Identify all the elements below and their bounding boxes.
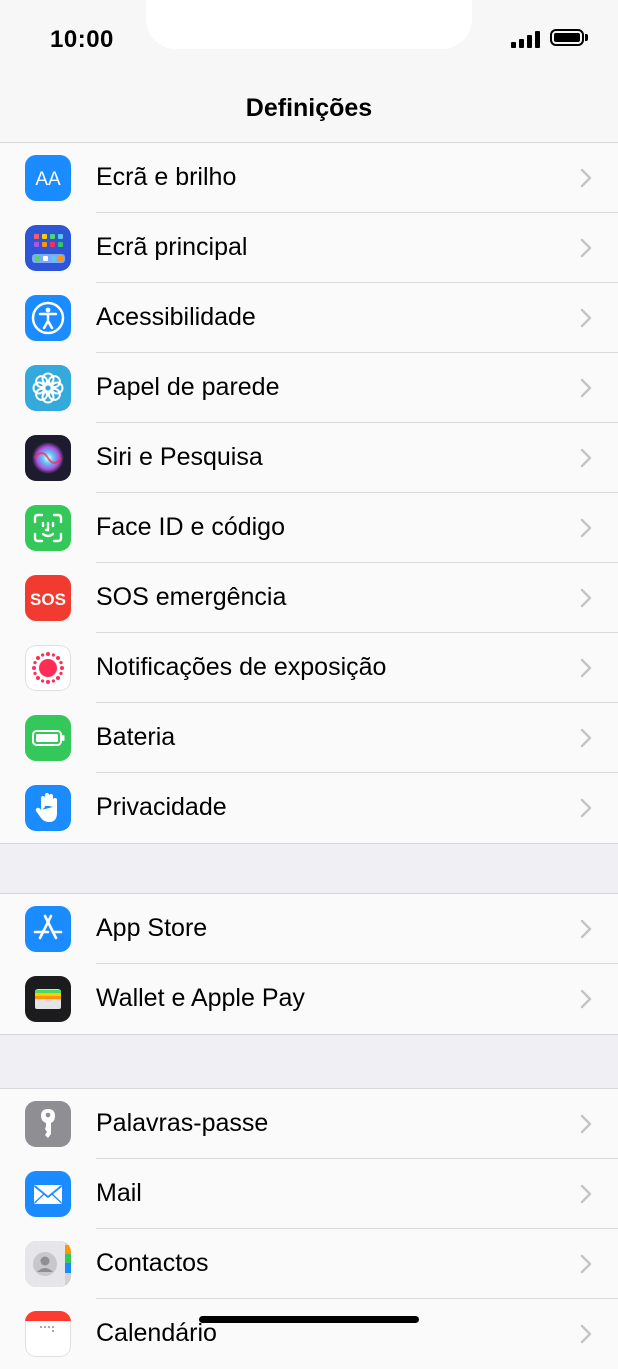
cellular-signal-icon bbox=[511, 30, 541, 48]
settings-row-app-store[interactable]: App Store bbox=[0, 894, 618, 964]
chevron-right-icon bbox=[580, 448, 592, 468]
display-brightness-icon: AA bbox=[25, 155, 71, 201]
settings-row-calendar[interactable]: Calendário bbox=[0, 1299, 618, 1369]
notch bbox=[146, 0, 472, 49]
face-id-icon bbox=[25, 505, 71, 551]
row-label: Privacidade bbox=[96, 793, 227, 821]
siri-icon bbox=[25, 435, 71, 481]
row-label: Calendário bbox=[96, 1319, 217, 1347]
status-time: 10:00 bbox=[50, 26, 114, 53]
row-label: Bateria bbox=[96, 723, 176, 751]
row-label: Mail bbox=[96, 1179, 142, 1207]
accessibility-icon bbox=[25, 295, 71, 341]
row-label: Acessibilidade bbox=[96, 303, 256, 331]
mail-icon bbox=[25, 1171, 71, 1217]
app-store-icon bbox=[25, 906, 71, 952]
status-bar: 10:00 bbox=[0, 0, 618, 80]
settings-row-emergency-sos[interactable]: SOS SOS emergência bbox=[0, 563, 618, 633]
settings-group-display: AA Ecrã e brilho Ecrã principal Acessibi bbox=[0, 142, 618, 844]
settings-row-home-screen[interactable]: Ecrã principal bbox=[0, 213, 618, 283]
home-screen-icon bbox=[25, 225, 71, 271]
chevron-right-icon bbox=[580, 168, 592, 188]
row-label: Ecrã principal bbox=[96, 233, 248, 261]
chevron-right-icon bbox=[580, 518, 592, 538]
home-indicator[interactable] bbox=[199, 1316, 419, 1323]
chevron-right-icon bbox=[580, 989, 592, 1009]
battery-status-icon bbox=[550, 29, 584, 46]
row-label: Ecrã e brilho bbox=[96, 163, 237, 191]
settings-row-accessibility[interactable]: Acessibilidade bbox=[0, 283, 618, 353]
svg-text:AA: AA bbox=[35, 169, 61, 190]
settings-row-display-brightness[interactable]: AA Ecrã e brilho bbox=[0, 143, 618, 213]
wallpaper-flower-icon bbox=[25, 365, 71, 411]
row-label: Papel de parede bbox=[96, 373, 280, 401]
chevron-right-icon bbox=[580, 308, 592, 328]
row-label: Face ID e código bbox=[96, 513, 285, 541]
chevron-right-icon bbox=[580, 728, 592, 748]
page-title: Definições bbox=[245, 94, 373, 122]
chevron-right-icon bbox=[580, 919, 592, 939]
settings-row-privacy[interactable]: Privacidade bbox=[0, 773, 618, 843]
battery-cap bbox=[585, 34, 588, 41]
row-label: SOS emergência bbox=[96, 583, 287, 611]
chevron-right-icon bbox=[580, 1184, 592, 1204]
calendar-icon bbox=[25, 1311, 71, 1357]
chevron-right-icon bbox=[580, 238, 592, 258]
row-label: Contactos bbox=[96, 1249, 209, 1277]
row-label: Siri e Pesquisa bbox=[96, 443, 263, 471]
settings-row-face-id[interactable]: Face ID e código bbox=[0, 493, 618, 563]
exposure-notifications-icon bbox=[25, 645, 71, 691]
chevron-right-icon bbox=[580, 658, 592, 678]
privacy-hand-icon bbox=[25, 785, 71, 831]
row-label: Notificações de exposição bbox=[96, 653, 387, 681]
chevron-right-icon bbox=[580, 1114, 592, 1134]
settings-row-wallpaper[interactable]: Papel de parede bbox=[0, 353, 618, 423]
chevron-right-icon bbox=[580, 798, 592, 818]
chevron-right-icon bbox=[580, 1254, 592, 1274]
svg-text:SOS: SOS bbox=[30, 590, 66, 609]
row-label: Palavras-passe bbox=[96, 1109, 269, 1137]
battery-icon bbox=[25, 715, 71, 761]
navigation-bar: Definições bbox=[0, 80, 618, 145]
settings-row-passwords[interactable]: Palavras-passe bbox=[0, 1089, 618, 1159]
row-label: Wallet e Apple Pay bbox=[96, 984, 305, 1012]
chevron-right-icon bbox=[580, 1324, 592, 1344]
wallet-icon bbox=[25, 976, 71, 1022]
chevron-right-icon bbox=[580, 588, 592, 608]
settings-row-siri-search[interactable]: Siri e Pesquisa bbox=[0, 423, 618, 493]
settings-row-wallet[interactable]: Wallet e Apple Pay bbox=[0, 964, 618, 1034]
contacts-icon bbox=[25, 1241, 71, 1287]
chevron-right-icon bbox=[580, 378, 592, 398]
settings-group-apps: Palavras-passe Mail Contactos Calendário bbox=[0, 1088, 618, 1369]
key-icon bbox=[25, 1101, 71, 1147]
sos-icon: SOS bbox=[25, 575, 71, 621]
settings-row-exposure-notifications[interactable]: Notificações de exposição bbox=[0, 633, 618, 703]
settings-row-mail[interactable]: Mail bbox=[0, 1159, 618, 1229]
settings-row-contacts[interactable]: Contactos bbox=[0, 1229, 618, 1299]
settings-group-store: App Store Wallet e Apple Pay bbox=[0, 893, 618, 1035]
row-label: App Store bbox=[96, 914, 208, 942]
settings-row-battery[interactable]: Bateria bbox=[0, 703, 618, 773]
